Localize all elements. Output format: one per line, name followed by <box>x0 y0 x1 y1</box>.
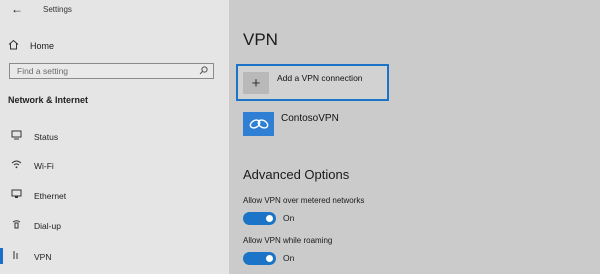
roaming-option-label: Allow VPN while roaming <box>243 236 333 245</box>
search-input[interactable]: Find a setting <box>9 63 214 79</box>
plus-icon: + <box>243 72 269 94</box>
sidebar-item-label: Ethernet <box>34 190 67 201</box>
wifi-icon <box>9 159 23 172</box>
home-icon <box>8 37 19 55</box>
sidebar-item-label: Status <box>34 131 59 142</box>
page-title: VPN <box>243 30 278 49</box>
sidebar-item-label: Wi-Fi <box>34 160 54 171</box>
sidebar-item-wifi[interactable]: Wi-Fi <box>9 159 54 172</box>
vpn-connection-icon[interactable] <box>243 112 274 136</box>
add-vpn-label: Add a VPN connection <box>277 73 363 83</box>
sidebar-item-ethernet[interactable]: Ethernet <box>9 189 66 202</box>
add-vpn-connection-button[interactable]: + Add a VPN connection <box>236 64 389 101</box>
window-title: Settings <box>43 5 72 14</box>
status-icon <box>9 130 23 143</box>
sidebar-item-vpn[interactable]: VPN <box>9 250 51 263</box>
sidebar-item-label: VPN <box>34 251 52 262</box>
dialup-icon <box>9 219 23 232</box>
metered-toggle[interactable] <box>243 212 276 225</box>
home-nav-item[interactable]: Home <box>8 37 54 55</box>
home-label: Home <box>30 41 55 51</box>
roaming-toggle-state: On <box>283 253 295 263</box>
ethernet-icon <box>9 189 23 202</box>
sidebar: ← Settings Home Find a setting Network &… <box>0 0 229 274</box>
metered-option-label: Allow VPN over metered networks <box>243 196 365 205</box>
section-title: Network & Internet <box>8 95 89 105</box>
search-icon[interactable] <box>199 62 208 80</box>
sidebar-item-dialup[interactable]: Dial-up <box>9 219 61 232</box>
back-arrow-icon[interactable]: ← <box>11 2 23 16</box>
roaming-toggle[interactable] <box>243 252 276 265</box>
search-placeholder: Find a setting <box>17 66 69 76</box>
metered-toggle-state: On <box>283 213 295 223</box>
main-content: VPN + Add a VPN connection ContosoVPN Ad… <box>229 0 600 274</box>
selection-indicator <box>0 248 3 264</box>
vpn-icon <box>9 250 23 263</box>
vpn-connection-name[interactable]: ContosoVPN <box>281 113 339 124</box>
sidebar-item-label: Dial-up <box>34 220 61 231</box>
advanced-options-title: Advanced Options <box>243 167 350 182</box>
sidebar-item-status[interactable]: Status <box>9 130 58 143</box>
